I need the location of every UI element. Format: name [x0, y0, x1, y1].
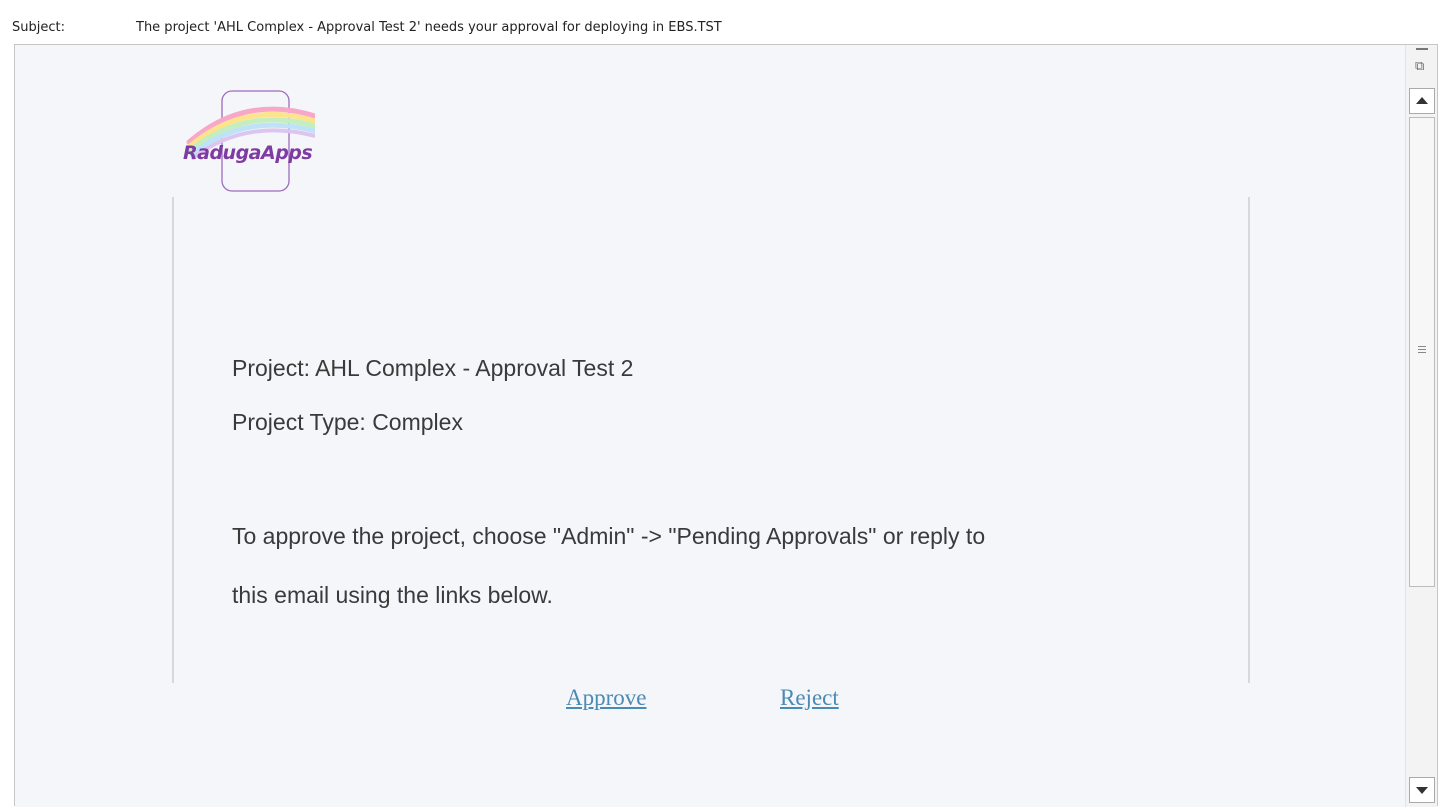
grip-icon: [1418, 346, 1426, 353]
email-body: RadugaApps Project: AHL Complex - Approv…: [15, 45, 1405, 807]
email-viewer: RadugaApps Project: AHL Complex - Approv…: [14, 44, 1438, 807]
subject-label: Subject:: [12, 20, 65, 35]
project-type-line: Project Type: Complex: [232, 409, 463, 435]
message-content: Project: AHL Complex - Approval Test 2 P…: [172, 197, 1250, 683]
scroll-down-button[interactable]: [1409, 777, 1435, 803]
project-line: Project: AHL Complex - Approval Test 2: [232, 355, 634, 381]
subject-text: The project 'AHL Complex - Approval Test…: [136, 20, 722, 35]
instruction-line-2: this email using the links below.: [232, 582, 553, 608]
scroll-up-button[interactable]: [1409, 88, 1435, 114]
raduga-apps-logo: RadugaApps: [165, 89, 315, 197]
arrow-up-icon: [1416, 97, 1428, 104]
arrow-down-icon: [1416, 787, 1428, 794]
approve-link[interactable]: Approve: [566, 685, 646, 711]
subject-bar: Subject: The project 'AHL Complex - Appr…: [0, 0, 1445, 44]
logo-text: RadugaApps: [183, 142, 313, 164]
scroll-thumb[interactable]: [1409, 117, 1435, 587]
instruction-line-1: To approve the project, choose "Admin" -…: [232, 523, 986, 549]
vertical-scrollbar[interactable]: ⧉: [1405, 45, 1437, 807]
split-view-icon[interactable]: ⧉: [1411, 48, 1433, 80]
reject-link[interactable]: Reject: [780, 685, 839, 711]
